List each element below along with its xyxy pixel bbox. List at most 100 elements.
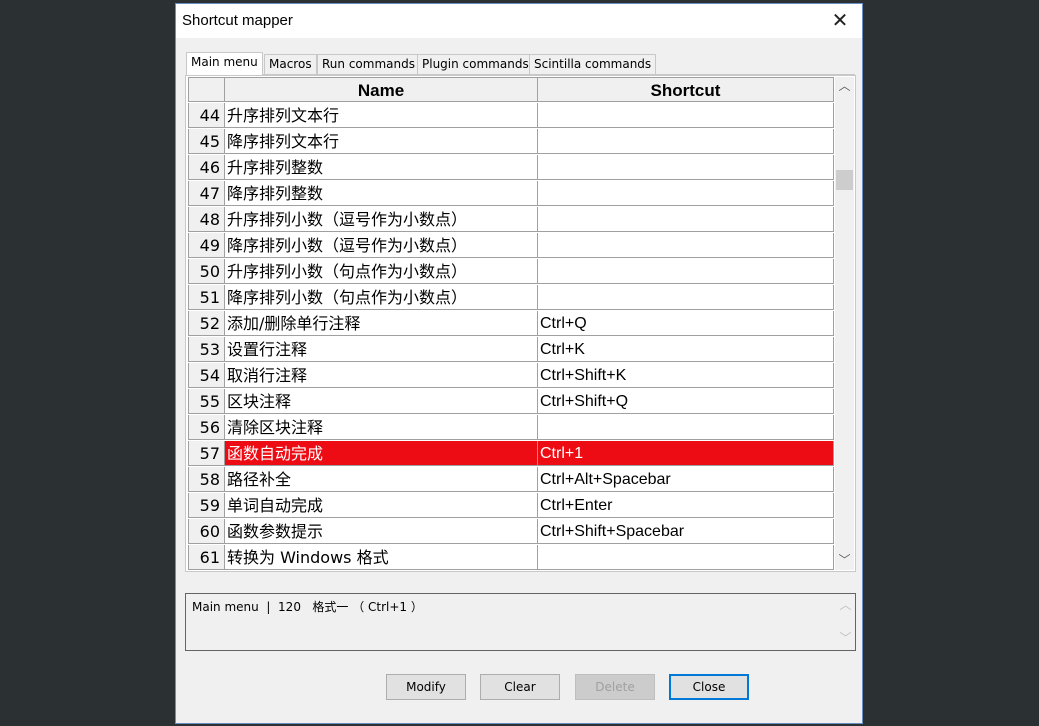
row-number[interactable]: 61 bbox=[188, 545, 225, 570]
shortcut-cell[interactable] bbox=[538, 103, 834, 128]
table-row[interactable]: 57 函数自动完成 Ctrl+1 bbox=[188, 441, 834, 467]
close-button[interactable]: Close bbox=[669, 674, 749, 700]
grid-header: Name Shortcut bbox=[188, 77, 834, 103]
shortcut-cell[interactable] bbox=[538, 415, 834, 440]
command-name-cell[interactable]: 清除区块注释 bbox=[225, 415, 538, 440]
window-title: Shortcut mapper bbox=[182, 12, 293, 29]
shortcut-cell[interactable]: Ctrl+Shift+Q bbox=[538, 389, 834, 414]
title-bar: Shortcut mapper ✕ bbox=[176, 4, 862, 38]
tab-run-commands[interactable]: Run commands bbox=[317, 54, 420, 74]
table-row[interactable]: 61 转换为 Windows 格式 bbox=[188, 545, 834, 571]
row-number[interactable]: 51 bbox=[188, 285, 225, 310]
shortcut-cell[interactable] bbox=[538, 207, 834, 232]
table-row[interactable]: 44 升序排列文本行 bbox=[188, 103, 834, 129]
shortcut-cell[interactable]: Ctrl+Shift+Spacebar bbox=[538, 519, 834, 544]
info-textbox[interactable]: Main menu | 120 格式一 （ Ctrl+1 ） ︿ ﹀ bbox=[185, 593, 856, 651]
row-number[interactable]: 60 bbox=[188, 519, 225, 544]
row-number[interactable]: 59 bbox=[188, 493, 225, 518]
grid-body: Name Shortcut 44 升序排列文本行 45 降序排列文本行 46 升序排列整数… bbox=[188, 77, 834, 571]
table-row[interactable]: 59 单词自动完成 Ctrl+Enter bbox=[188, 493, 834, 519]
row-number[interactable]: 45 bbox=[188, 129, 225, 154]
modify-button[interactable]: Modify bbox=[386, 674, 466, 700]
column-header-name[interactable]: Name bbox=[225, 77, 538, 102]
shortcut-cell[interactable] bbox=[538, 181, 834, 206]
shortcut-cell[interactable]: Ctrl+Shift+K bbox=[538, 363, 834, 388]
shortcut-cell[interactable]: Ctrl+Alt+Spacebar bbox=[538, 467, 834, 492]
table-row[interactable]: 50 升序排列小数（句点作为小数点） bbox=[188, 259, 834, 285]
table-row[interactable]: 54 取消行注释 Ctrl+Shift+K bbox=[188, 363, 834, 389]
table-row[interactable]: 51 降序排列小数（句点作为小数点） bbox=[188, 285, 834, 311]
table-row[interactable]: 60 函数参数提示 Ctrl+Shift+Spacebar bbox=[188, 519, 834, 545]
table-row[interactable]: 46 升序排列整数 bbox=[188, 155, 834, 181]
row-number[interactable]: 54 bbox=[188, 363, 225, 388]
shortcut-cell[interactable]: Ctrl+Enter bbox=[538, 493, 834, 518]
row-number[interactable]: 58 bbox=[188, 467, 225, 492]
shortcut-cell[interactable] bbox=[538, 233, 834, 258]
command-name-cell[interactable]: 升序排列整数 bbox=[225, 155, 538, 180]
delete-button[interactable]: Delete bbox=[575, 674, 655, 700]
table-row[interactable]: 47 降序排列整数 bbox=[188, 181, 834, 207]
tab-plugin-commands[interactable]: Plugin commands bbox=[417, 54, 534, 74]
tab-scintilla-commands[interactable]: Scintilla commands bbox=[529, 54, 657, 74]
command-name-cell[interactable]: 降序排列小数（句点作为小数点） bbox=[225, 285, 538, 310]
command-name-cell[interactable]: 添加/删除单行注释 bbox=[225, 311, 538, 336]
row-number[interactable]: 57 bbox=[188, 441, 225, 466]
row-number[interactable]: 48 bbox=[188, 207, 225, 232]
row-number[interactable]: 44 bbox=[188, 103, 225, 128]
table-row[interactable]: 45 降序排列文本行 bbox=[188, 129, 834, 155]
command-name-cell[interactable]: 升序排列小数（逗号作为小数点） bbox=[225, 207, 538, 232]
shortcut-cell[interactable]: Ctrl+K bbox=[538, 337, 834, 362]
row-number[interactable]: 55 bbox=[188, 389, 225, 414]
table-row[interactable]: 48 升序排列小数（逗号作为小数点） bbox=[188, 207, 834, 233]
command-name-cell[interactable]: 区块注释 bbox=[225, 389, 538, 414]
scroll-down-icon[interactable]: ﹀ bbox=[835, 551, 854, 570]
command-name-cell[interactable]: 转换为 Windows 格式 bbox=[225, 545, 538, 570]
close-icon[interactable]: ✕ bbox=[828, 8, 852, 32]
command-name-cell[interactable]: 取消行注释 bbox=[225, 363, 538, 388]
shortcut-cell[interactable] bbox=[538, 155, 834, 180]
column-header-shortcut[interactable]: Shortcut bbox=[538, 77, 834, 102]
row-number[interactable]: 47 bbox=[188, 181, 225, 206]
command-name-cell[interactable]: 降序排列小数（逗号作为小数点） bbox=[225, 233, 538, 258]
command-name-cell[interactable]: 降序排列整数 bbox=[225, 181, 538, 206]
shortcut-mapper-dialog: Shortcut mapper ✕ Main menu Macros Run c… bbox=[175, 3, 863, 724]
info-text: Main menu | 120 格式一 （ Ctrl+1 ） bbox=[192, 600, 423, 614]
command-name-cell[interactable]: 设置行注释 bbox=[225, 337, 538, 362]
row-number[interactable]: 50 bbox=[188, 259, 225, 284]
shortcut-grid[interactable]: Name Shortcut 44 升序排列文本行 45 降序排列文本行 46 升序排列整数… bbox=[185, 75, 856, 572]
command-name-cell[interactable]: 升序排列小数（句点作为小数点） bbox=[225, 259, 538, 284]
tab-main-menu[interactable]: Main menu bbox=[186, 52, 263, 75]
row-number[interactable]: 52 bbox=[188, 311, 225, 336]
command-name-cell[interactable]: 降序排列文本行 bbox=[225, 129, 538, 154]
table-row[interactable]: 56 清除区块注释 bbox=[188, 415, 834, 441]
info-scroll-down-icon[interactable]: ﹀ bbox=[836, 629, 855, 648]
scroll-thumb[interactable] bbox=[836, 170, 853, 190]
command-name-cell[interactable]: 单词自动完成 bbox=[225, 493, 538, 518]
row-number[interactable]: 53 bbox=[188, 337, 225, 362]
shortcut-cell[interactable]: Ctrl+Q bbox=[538, 311, 834, 336]
clear-button[interactable]: Clear bbox=[480, 674, 560, 700]
shortcut-cell[interactable] bbox=[538, 129, 834, 154]
shortcut-cell[interactable]: Ctrl+1 bbox=[538, 441, 834, 466]
table-row[interactable]: 53 设置行注释 Ctrl+K bbox=[188, 337, 834, 363]
tab-macros[interactable]: Macros bbox=[264, 54, 317, 74]
command-name-cell[interactable]: 路径补全 bbox=[225, 467, 538, 492]
row-number[interactable]: 56 bbox=[188, 415, 225, 440]
command-name-cell[interactable]: 升序排列文本行 bbox=[225, 103, 538, 128]
shortcut-cell[interactable] bbox=[538, 285, 834, 310]
table-row[interactable]: 55 区块注释 Ctrl+Shift+Q bbox=[188, 389, 834, 415]
table-row[interactable]: 58 路径补全 Ctrl+Alt+Spacebar bbox=[188, 467, 834, 493]
scroll-up-icon[interactable]: ︿ bbox=[835, 77, 854, 96]
table-row[interactable]: 52 添加/删除单行注释 Ctrl+Q bbox=[188, 311, 834, 337]
table-row[interactable]: 49 降序排列小数（逗号作为小数点） bbox=[188, 233, 834, 259]
shortcut-cell[interactable] bbox=[538, 545, 834, 570]
command-name-cell[interactable]: 函数自动完成 bbox=[225, 441, 538, 466]
grid-scrollbar[interactable]: ︿ ﹀ bbox=[835, 77, 854, 570]
row-number[interactable]: 46 bbox=[188, 155, 225, 180]
info-scroll-up-icon[interactable]: ︿ bbox=[836, 596, 855, 615]
command-name-cell[interactable]: 函数参数提示 bbox=[225, 519, 538, 544]
row-number[interactable]: 49 bbox=[188, 233, 225, 258]
shortcut-cell[interactable] bbox=[538, 259, 834, 284]
header-corner bbox=[188, 77, 225, 102]
info-scrollbar[interactable]: ︿ ﹀ bbox=[836, 594, 855, 650]
